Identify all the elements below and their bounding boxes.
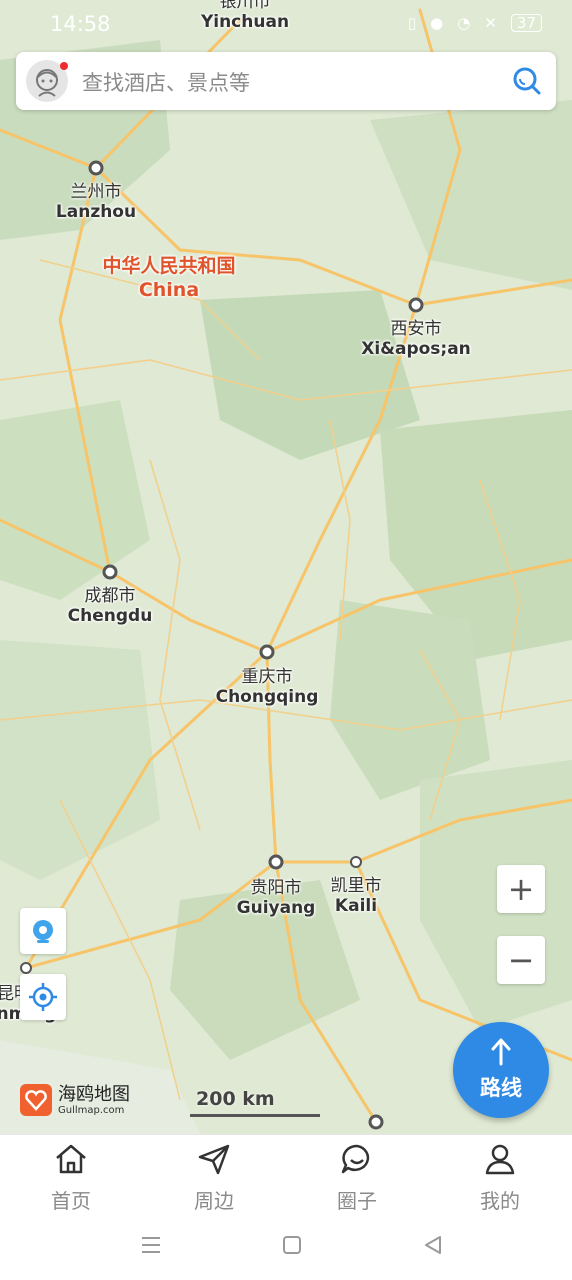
map-terrain bbox=[0, 0, 572, 1134]
locate-button[interactable] bbox=[20, 974, 66, 1020]
city-name-zh: 贵阳市 bbox=[250, 878, 302, 898]
city-label-lanzhou[interactable]: 兰州市 Lanzhou bbox=[56, 182, 136, 222]
city-name-zh: 西安市 bbox=[390, 319, 442, 339]
country-name-en: China bbox=[138, 279, 200, 301]
city-name-zh: 兰州市 bbox=[70, 182, 122, 202]
city-name-en: Guiyang bbox=[236, 898, 316, 918]
map-canvas[interactable]: 银川市 Yinchuan 兰州市 Lanzhou 中华人民共和国 China 西… bbox=[0, 0, 572, 1134]
menu-icon[interactable] bbox=[138, 1232, 164, 1258]
city-name-en: Kaili bbox=[334, 896, 378, 916]
status-bar: 14:58 ▯ ● ◔ ✕ 37 bbox=[0, 0, 572, 48]
city-label-chongqing[interactable]: 重庆市 Chongqing bbox=[216, 667, 319, 707]
city-name-en: Lanzhou bbox=[55, 202, 137, 222]
city-label-xian[interactable]: 西安市 Xi&apos;an bbox=[361, 319, 471, 359]
city-name-en: Chongqing bbox=[215, 687, 319, 707]
battery-icon: 37 bbox=[510, 14, 542, 32]
status-icons: ▯ ● ◔ ✕ 37 bbox=[408, 14, 542, 32]
city-label-guiyang[interactable]: 贵阳市 Guiyang bbox=[237, 878, 316, 918]
search-input[interactable]: 查找酒店、景点等 bbox=[82, 67, 250, 97]
zoom-in-button[interactable]: + bbox=[497, 865, 545, 913]
scale-bar bbox=[190, 1114, 320, 1117]
zoom-out-button[interactable]: − bbox=[497, 936, 545, 984]
brand-url: Gullmap.com bbox=[58, 1104, 125, 1116]
status-time: 14:58 bbox=[50, 12, 111, 36]
home-square-icon[interactable] bbox=[279, 1232, 305, 1258]
bottom-nav: 首页 周边 圈子 我的 bbox=[0, 1134, 572, 1214]
city-name-zh: 成都市 bbox=[84, 586, 136, 606]
city-name-zh: 重庆市 bbox=[241, 667, 293, 687]
search-icon[interactable] bbox=[512, 66, 542, 96]
chat-icon bbox=[341, 1144, 370, 1174]
city-name-en: Xi&apos;an bbox=[361, 339, 471, 359]
back-icon[interactable] bbox=[420, 1232, 446, 1258]
search-bar[interactable]: 查找酒店、景点等 bbox=[16, 52, 556, 110]
user-icon bbox=[485, 1144, 515, 1175]
city-label-kaili[interactable]: 凯里市 Kaili bbox=[331, 876, 382, 916]
nav-item-circle[interactable]: 圈子 bbox=[307, 1141, 407, 1214]
route-arrow-icon bbox=[491, 1038, 511, 1066]
nav-item-profile[interactable]: 我的 bbox=[450, 1141, 550, 1214]
nav-item-nearby[interactable]: 周边 bbox=[164, 1141, 264, 1214]
country-name-zh: 中华人民共和国 bbox=[102, 255, 236, 277]
panorama-button[interactable] bbox=[20, 908, 66, 954]
city-name-zh: 凯里市 bbox=[330, 876, 382, 896]
route-button[interactable]: 路线 bbox=[453, 1022, 549, 1118]
vibrate-icon: ▯ bbox=[407, 14, 417, 32]
notification-dot bbox=[60, 62, 68, 70]
camera-icon bbox=[33, 920, 53, 943]
nav-item-home[interactable]: 首页 bbox=[21, 1141, 121, 1214]
gullmap-logo-icon bbox=[20, 1084, 52, 1116]
system-nav-bar bbox=[0, 1210, 572, 1280]
country-label-china: 中华人民共和国 China bbox=[102, 254, 235, 302]
map-scale: 200 km bbox=[190, 1088, 320, 1117]
map-brand: 海鸥地图 Gullmap.com bbox=[20, 1084, 130, 1116]
city-name-en: Chengdu bbox=[67, 606, 153, 626]
wifi-icon: ◔ bbox=[457, 14, 471, 32]
send-icon bbox=[198, 1144, 230, 1175]
city-label-chengdu[interactable]: 成都市 Chengdu bbox=[68, 586, 153, 626]
sim-icon: ✕ bbox=[484, 14, 497, 32]
location-icon: ● bbox=[430, 14, 444, 32]
brand-name: 海鸥地图 bbox=[58, 1083, 130, 1105]
locate-icon bbox=[29, 983, 57, 1011]
scale-text: 200 km bbox=[196, 1088, 275, 1110]
route-label: 路线 bbox=[480, 1076, 522, 1100]
home-icon bbox=[56, 1144, 86, 1174]
